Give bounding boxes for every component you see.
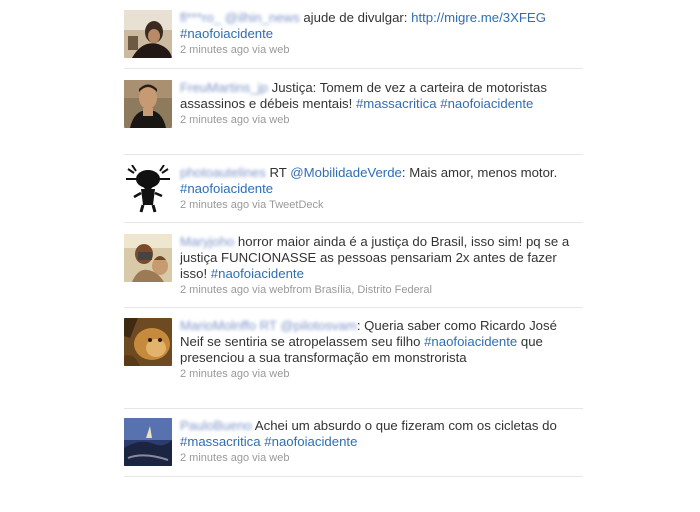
divider [124,222,583,223]
avatar[interactable] [124,10,172,58]
tweet-meta: 2 minutes ago via TweetDeck [180,198,580,212]
tweet-via: via [252,452,267,464]
divider [124,408,583,409]
avatar[interactable] [124,165,172,213]
tweet-meta: 2 minutes ago via webfrom Brasília, Dist… [180,283,580,297]
avatar[interactable] [124,318,172,366]
tweet-username[interactable]: FreuMartins_jp [180,80,268,95]
hashtag-link[interactable]: #naofoiacidente [180,181,273,196]
tweet-source[interactable]: web [269,114,289,126]
divider [124,68,583,69]
tweet-via: via [252,114,267,126]
tweet-username[interactable]: Maryjoho [180,234,234,249]
divider [124,154,583,155]
divider [124,476,583,477]
tweet-meta: 2 minutes ago via web [180,113,580,127]
hashtag-link[interactable]: #naofoiacidente [424,334,517,349]
tweet-text-segment: Achei um absurdo o que fizeram com os ci… [251,418,557,433]
tweet-source[interactable]: TweetDeck [269,199,323,211]
tweet-username[interactable]: MarioMolnffo RT @pilotosvam [180,318,357,333]
divider [124,307,583,308]
tweet-time[interactable]: 2 minutes ago [180,199,249,211]
tweet-via: via [252,284,267,296]
avatar[interactable] [124,234,172,282]
tweet-source[interactable]: web [269,284,289,296]
url-link[interactable]: http://migre.me/3XFEG [411,10,546,25]
tweet-location: from Brasília, Distrito Federal [289,284,432,296]
tweet-username[interactable]: photoautelines [180,165,266,180]
tweet-text-segment: : Mais amor, menos motor. [401,165,558,180]
hashtag-link[interactable]: #naofoiacidente [440,96,533,111]
tweet-time[interactable]: 2 minutes ago [180,44,249,56]
tweet-text-segment: ajude de divulgar: [299,10,412,25]
hashtag-link[interactable]: #massacritica [180,434,261,449]
tweet-time[interactable]: 2 minutes ago [180,114,249,126]
hashtag-link[interactable]: #naofoiacidente [211,266,304,281]
tweet-time[interactable]: 2 minutes ago [180,452,249,464]
tweet-source[interactable]: web [269,368,289,380]
tweet-username[interactable]: PauloBueno [180,418,252,433]
tweet-time[interactable]: 2 minutes ago [180,368,249,380]
tweet-via: via [252,44,267,56]
avatar[interactable] [124,80,172,128]
hashtag-link[interactable]: #massacritica [356,96,437,111]
tweet-text: horror maior ainda é a justiça do Brasil… [180,234,569,281]
tweet-username[interactable]: fl***ro_ @ilhin_news [180,10,300,25]
tweet-meta: 2 minutes ago via web [180,451,580,465]
tweet-via: via [252,368,267,380]
tweet-source[interactable]: web [269,44,289,56]
tweet-time[interactable]: 2 minutes ago [180,284,249,296]
avatar[interactable] [124,418,172,466]
hashtag-link[interactable]: #naofoiacidente [264,434,357,449]
tweet-via: via [252,199,267,211]
tweet-text-segment: RT [265,165,291,180]
tweet-source[interactable]: web [269,452,289,464]
hashtag-link[interactable]: #naofoiacidente [180,26,273,41]
tweet-meta: 2 minutes ago via web [180,43,580,57]
tweet-meta: 2 minutes ago via web [180,367,580,381]
mention-link[interactable]: @MobilidadeVerde [290,165,402,180]
